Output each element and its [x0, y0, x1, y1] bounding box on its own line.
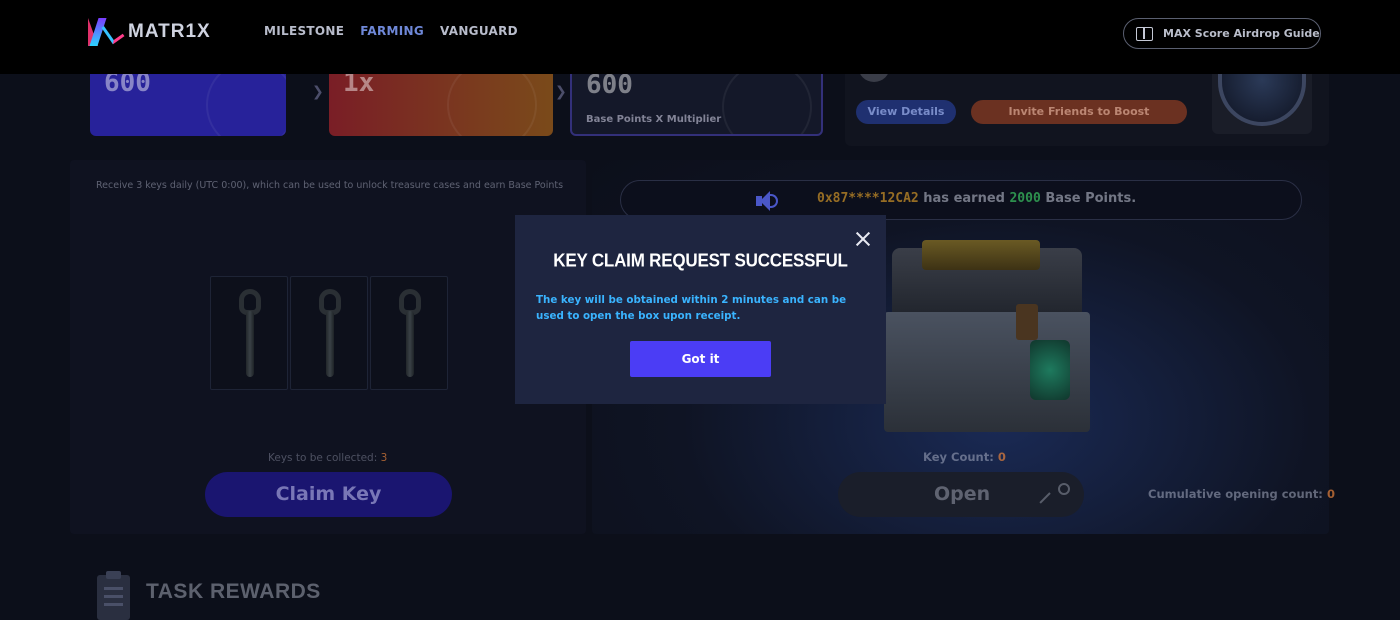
keys-to-collect: Keys to be collected: 3: [268, 452, 387, 464]
ticker-address: 0x87****12CA2: [817, 191, 919, 206]
logo[interactable]: MATR1X: [88, 18, 211, 46]
task-rewards-title: TASK REWARDS: [146, 580, 321, 603]
ticker-mid: has earned: [923, 191, 1005, 206]
airdrop-guide-button[interactable]: MAX Score Airdrop Guide: [1123, 18, 1321, 49]
key-count-label: Key Count:: [923, 450, 994, 464]
chevron-right-icon: ❯: [312, 84, 324, 100]
key-slot: [290, 276, 368, 390]
total-points-value: 600: [586, 70, 633, 100]
open-chest-label: Open: [934, 483, 991, 505]
keys-to-collect-value: 3: [380, 452, 388, 464]
keys-to-collect-label: Keys to be collected:: [268, 452, 378, 464]
close-icon[interactable]: [853, 229, 873, 249]
cumulative-count: Cumulative opening count: 0: [1148, 487, 1335, 501]
cumulative-label: Cumulative opening count:: [1148, 487, 1323, 501]
chevron-right-icon: ❯: [555, 84, 567, 100]
main-nav: MILESTONE FARMING VANGUARD: [264, 24, 518, 38]
airdrop-guide-label: MAX Score Airdrop Guide: [1163, 27, 1320, 40]
claim-key-button[interactable]: Claim Key: [205, 472, 452, 517]
nav-farming[interactable]: FARMING: [360, 24, 424, 38]
guide-book-icon: [1136, 26, 1153, 41]
key-icon: [1039, 483, 1070, 507]
top-nav-bar: MATR1X MILESTONE FARMING VANGUARD MAX Sc…: [0, 0, 1400, 74]
ticker-suffix: Base Points.: [1045, 191, 1137, 206]
view-details-button[interactable]: View Details: [856, 100, 956, 124]
ticker-message: 0x87****12CA2 has earned 2000 Base Point…: [817, 191, 1136, 206]
speaker-icon: [756, 190, 778, 212]
got-it-button[interactable]: Got it: [630, 341, 771, 377]
page: MATR1X MILESTONE FARMING VANGUARD MAX Sc…: [0, 0, 1400, 620]
modal-message: The key will be obtained within 2 minute…: [536, 294, 847, 322]
treasure-chest-image: [880, 240, 1095, 436]
logo-mark-icon: [88, 18, 125, 46]
keys-description: Receive 3 keys daily (UTC 0:00), which c…: [96, 180, 564, 191]
key-icon: [239, 289, 261, 379]
cumulative-value: 0: [1326, 487, 1335, 501]
modal-title: KEY CLAIM REQUEST SUCCESSFUL: [553, 250, 848, 271]
nav-vanguard[interactable]: VANGUARD: [440, 24, 518, 38]
key-count-value: 0: [997, 450, 1006, 464]
key-count: Key Count: 0: [923, 450, 1006, 464]
ticker-points: 2000: [1009, 191, 1041, 206]
key-slot: [210, 276, 288, 390]
logo-text: MATR1X: [128, 21, 211, 42]
total-points-label: Base Points X Multiplier: [586, 114, 722, 125]
key-icon: [399, 289, 421, 379]
clipboard-icon: [97, 571, 130, 620]
key-icon: [319, 289, 341, 379]
key-slot: [370, 276, 448, 390]
nav-milestone[interactable]: MILESTONE: [264, 24, 344, 38]
open-chest-button[interactable]: Open: [838, 472, 1084, 517]
invite-friends-button[interactable]: Invite Friends to Boost: [971, 100, 1187, 124]
